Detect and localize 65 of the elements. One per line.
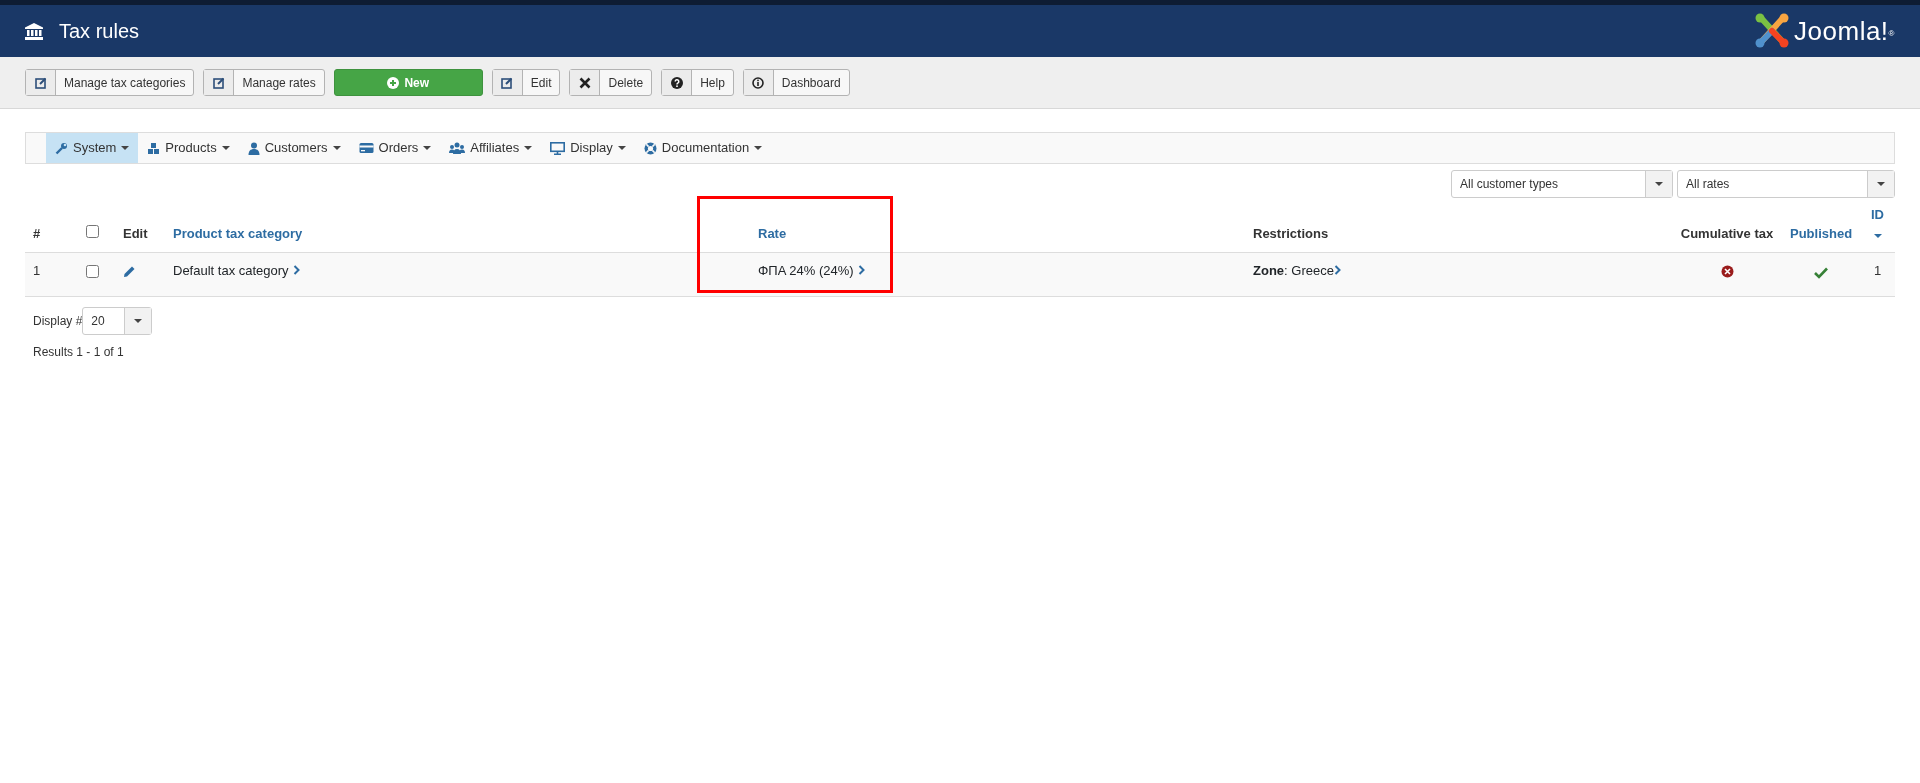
filter-select[interactable]: All customer types: [1451, 170, 1673, 198]
column-header: Edit: [123, 226, 148, 241]
column-header-link[interactable]: ID: [1860, 204, 1895, 224]
plus-circle-icon: [387, 76, 400, 89]
caret-icon: [332, 146, 341, 150]
help-icon: [670, 76, 683, 89]
select-all-checkbox[interactable]: [86, 225, 99, 238]
users-icon: [449, 142, 466, 154]
menu-item[interactable]: Products: [138, 133, 239, 163]
toolbar-button[interactable]: Delete: [569, 69, 653, 96]
caret-icon: [423, 146, 432, 150]
menu-item[interactable]: Display: [541, 133, 635, 163]
toolbar-button[interactable]: Manage rates: [203, 69, 325, 96]
filter-select[interactable]: All rates: [1677, 170, 1895, 198]
caret-icon: [524, 146, 533, 150]
caret-icon: [1877, 182, 1885, 186]
logo-text: Joomla!$^{®}$: [1794, 14, 1895, 48]
wrench-icon: [55, 141, 68, 155]
column-header-link[interactable]: Rate: [758, 226, 787, 241]
row-checkbox[interactable]: [86, 264, 99, 278]
edit-icon: [212, 76, 225, 89]
sort-caret-icon: [1873, 234, 1882, 238]
logo-mark-icon: [1754, 13, 1791, 49]
credit-card-icon: [358, 142, 374, 154]
toolbar-button[interactable]: Edit: [491, 69, 561, 96]
column-header: Restrictions: [1253, 226, 1329, 241]
column-header: Cumulative tax: [1680, 226, 1774, 241]
menu-item[interactable]: Affiliates: [440, 133, 542, 163]
edit-icon: [34, 76, 47, 89]
caret-icon: [121, 146, 130, 150]
column-header-link[interactable]: Product tax category: [173, 226, 303, 241]
category-link[interactable]: Default tax category: [173, 260, 300, 280]
restriction-link[interactable]: Zone: Greece: [1253, 260, 1341, 280]
edit-icon: [501, 76, 514, 89]
row-number: 1: [25, 252, 70, 296]
toolbar-button[interactable]: Manage tax categories: [25, 69, 195, 96]
menu-item[interactable]: Customers: [238, 133, 350, 163]
caret-icon: [1655, 182, 1663, 186]
caret-icon: [617, 146, 626, 150]
info-icon: [752, 76, 765, 89]
user-icon: [247, 141, 260, 155]
display-label: Display #: [33, 312, 83, 330]
results-count: Results 1 - 1 of 1: [33, 343, 125, 361]
monitor-icon: [550, 141, 566, 155]
column-header-link[interactable]: Published: [1790, 226, 1853, 241]
chevron-icon: [857, 265, 865, 276]
cubes-icon: [147, 141, 161, 155]
caret-icon: [134, 318, 143, 323]
row-id: 1: [1860, 252, 1895, 296]
caret-icon: [221, 146, 230, 150]
toolbar-button[interactable]: Help: [661, 69, 734, 96]
limit-select[interactable]: 20: [82, 306, 153, 335]
chevron-icon: [1333, 265, 1341, 276]
column-header: #: [33, 226, 41, 241]
close-icon: [579, 76, 591, 89]
menu-item[interactable]: Orders: [349, 133, 441, 163]
tax-rate-value-link[interactable]: ΦΠΑ 24% (24%): [758, 260, 865, 280]
page-title: Tax rules: [59, 19, 140, 44]
menu-item[interactable]: Documentation: [634, 133, 772, 163]
lifebuoy-icon: [643, 141, 657, 155]
bank-icon: [25, 22, 43, 40]
menu-item[interactable]: System: [46, 133, 139, 163]
chevron-icon: [292, 265, 300, 276]
caret-icon: [754, 146, 763, 150]
toolbar-button[interactable]: Dashboard: [742, 69, 850, 96]
